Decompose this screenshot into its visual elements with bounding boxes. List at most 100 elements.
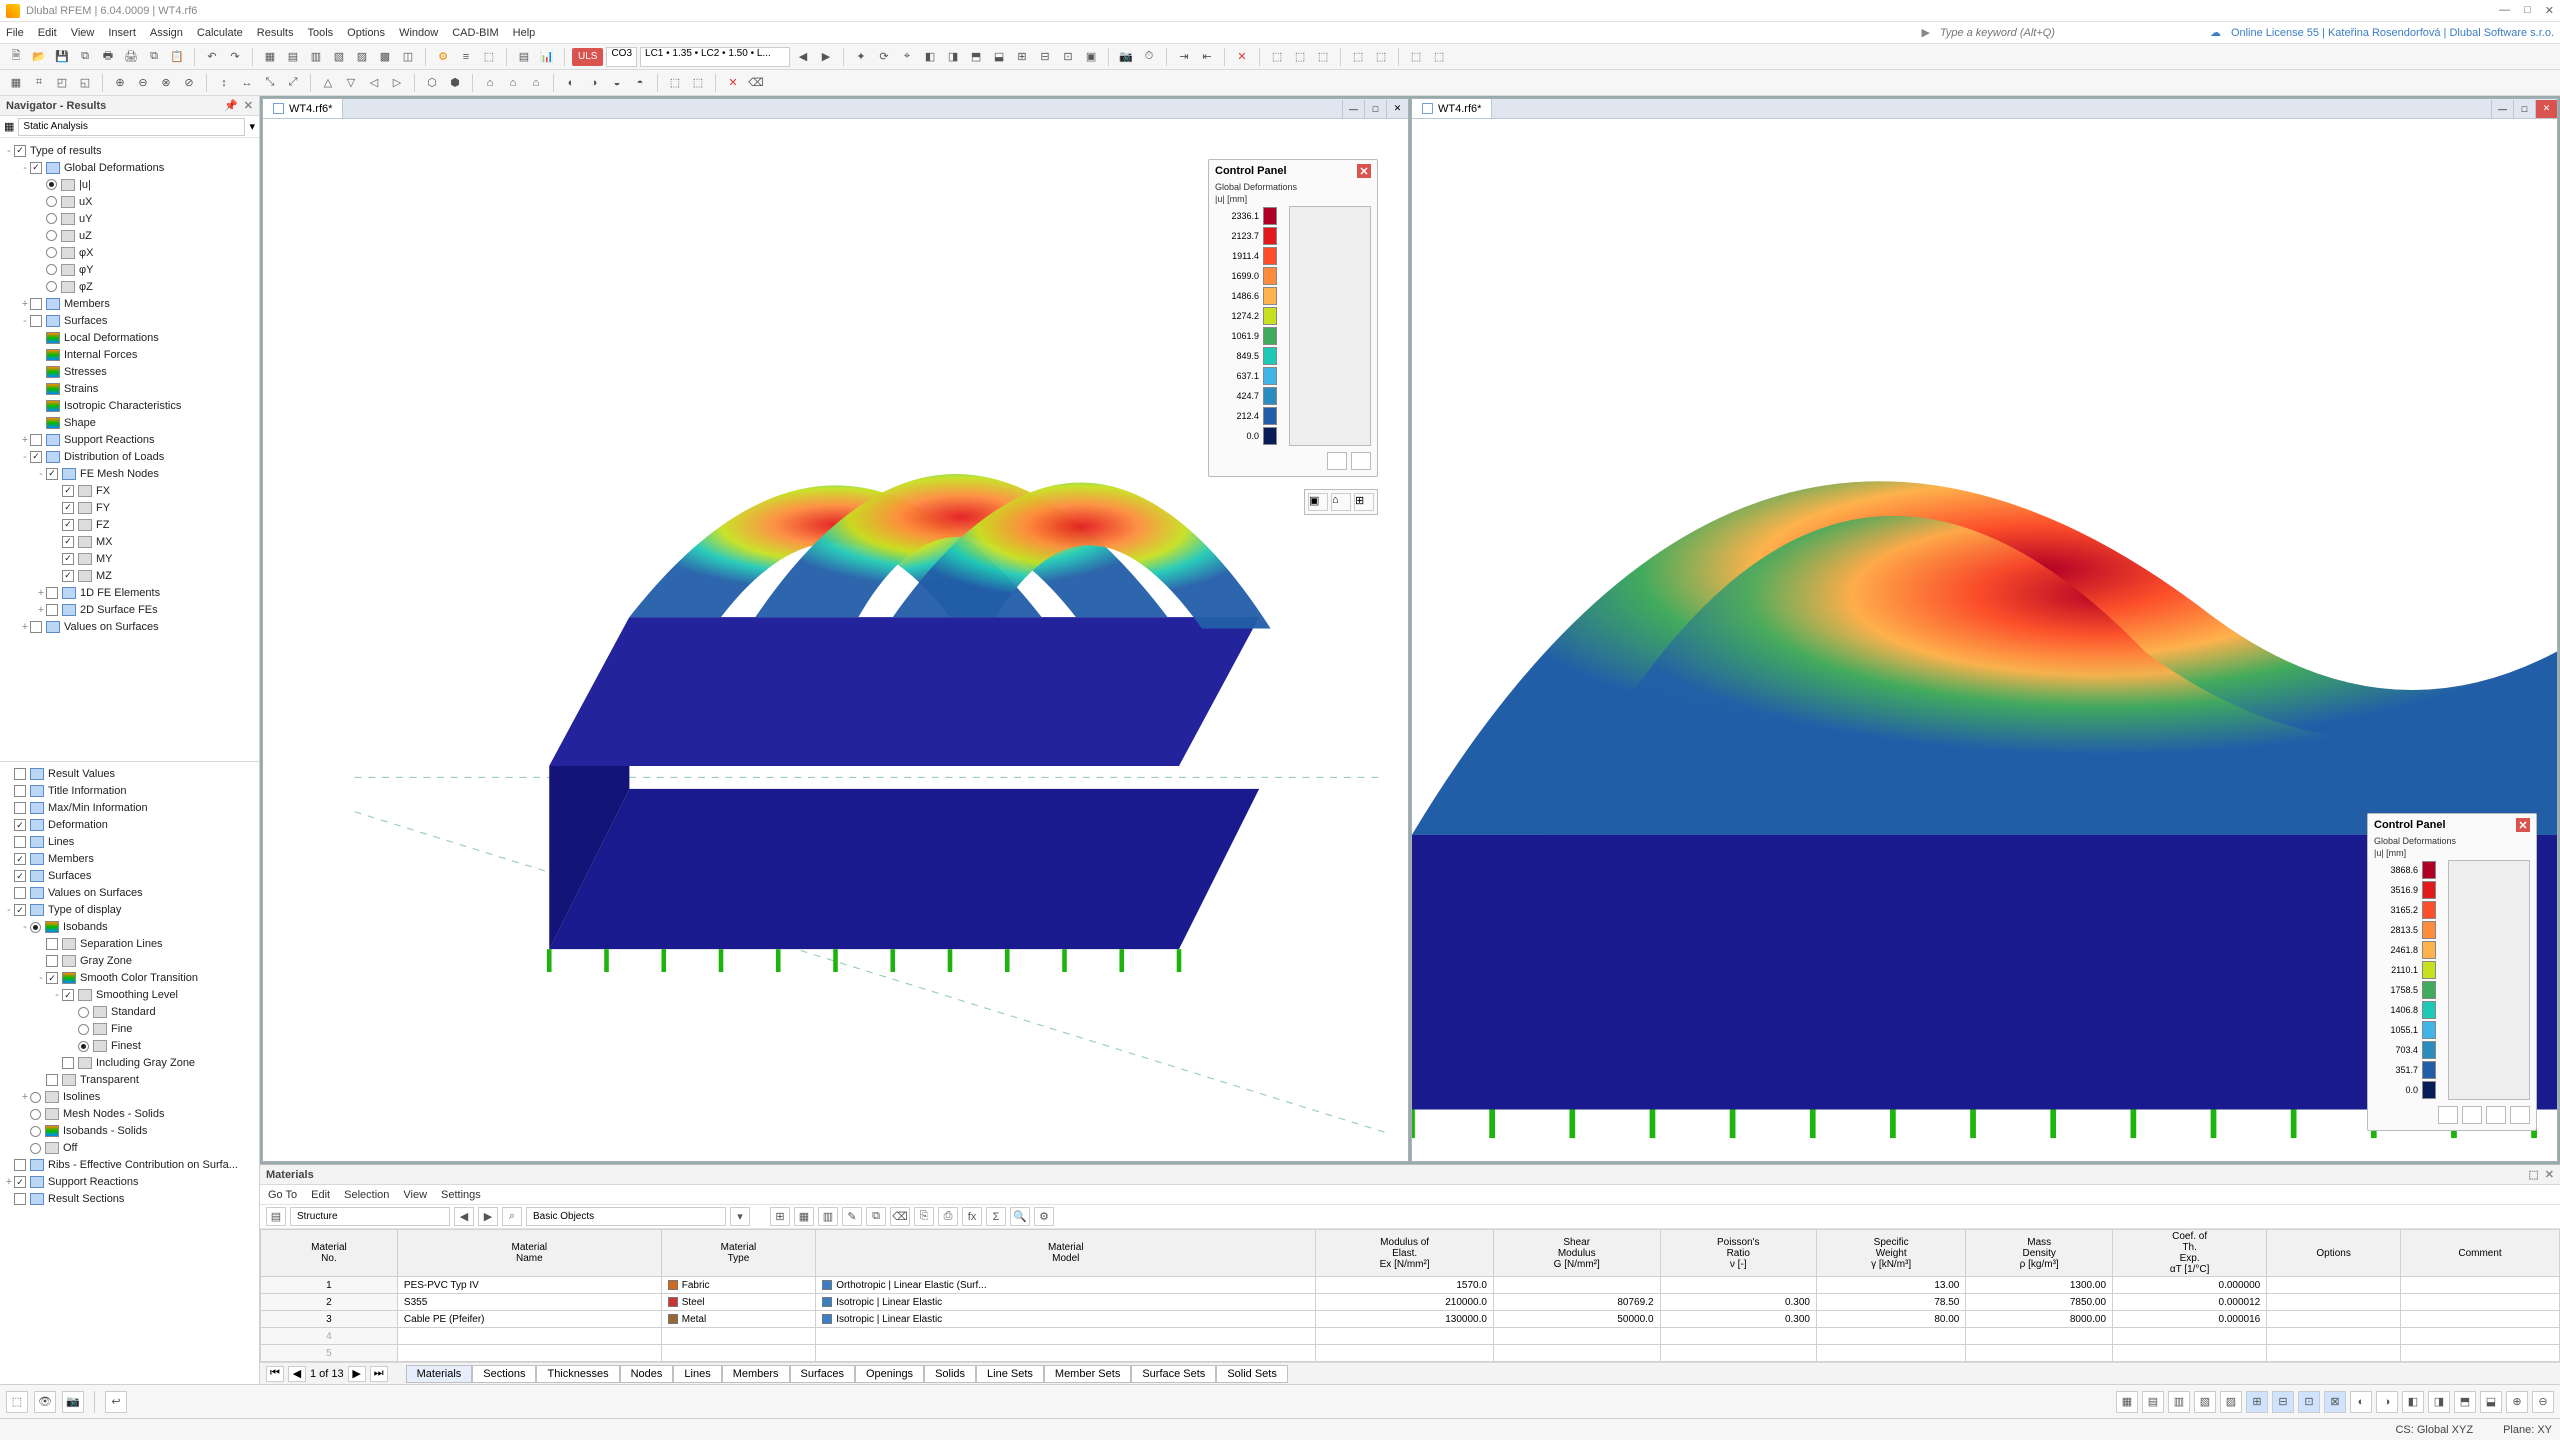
cp-foot-c-icon[interactable] — [2438, 1106, 2458, 1124]
tree-item[interactable]: Strains — [0, 380, 259, 397]
tree-item[interactable]: Gray Zone — [0, 953, 259, 970]
tree-item[interactable]: Result Sections — [0, 1191, 259, 1208]
mini-b-icon[interactable]: ⌂ — [1331, 493, 1351, 511]
save-icon[interactable]: 💾 — [52, 47, 72, 67]
bs-r9-icon[interactable]: ⊠ — [2324, 1391, 2346, 1413]
t2-s-icon[interactable]: ⌂ — [526, 73, 546, 93]
tree-item[interactable]: Local Deformations — [0, 329, 259, 346]
menu-calculate[interactable]: Calculate — [197, 27, 243, 39]
menu-cadbim[interactable]: CAD-BIM — [452, 27, 498, 39]
t2-f-icon[interactable]: ⊘ — [179, 73, 199, 93]
mat-nextpage-icon[interactable]: ▶ — [348, 1366, 366, 1382]
tree-item[interactable]: Transparent — [0, 1072, 259, 1089]
t2-l-icon[interactable]: ▽ — [341, 73, 361, 93]
tree-item[interactable]: +2D Surface FEs — [0, 601, 259, 618]
view-tab-left[interactable]: WT4.rf6* — [263, 99, 343, 118]
layout-5-icon[interactable]: ▨ — [352, 47, 372, 67]
materials-tab-members[interactable]: Members — [722, 1365, 790, 1383]
tool-l-icon[interactable]: ⇥ — [1174, 47, 1194, 67]
t2-w-icon[interactable]: ◓ — [630, 73, 650, 93]
nav-filter-icon[interactable]: ▦ — [4, 120, 14, 133]
tool-g-icon[interactable]: ⬓ — [989, 47, 1009, 67]
t2-n-icon[interactable]: ▷ — [387, 73, 407, 93]
menu-options[interactable]: Options — [347, 27, 385, 39]
materials-tab-nodes[interactable]: Nodes — [620, 1365, 674, 1383]
tool-d-icon[interactable]: ◧ — [920, 47, 940, 67]
bs-r12-icon[interactable]: ◧ — [2402, 1391, 2424, 1413]
t2-u-icon[interactable]: ◑ — [584, 73, 604, 93]
undo-icon[interactable]: ↶ — [202, 47, 222, 67]
save-all-icon[interactable]: ⧉ — [75, 47, 95, 67]
t2-d-icon[interactable]: ⊖ — [133, 73, 153, 93]
layout-1-icon[interactable]: ▦ — [260, 47, 280, 67]
axes-icon[interactable]: ⌗ — [29, 73, 49, 93]
bs-c-icon[interactable]: 📷 — [62, 1391, 84, 1413]
tree-item[interactable]: +Support Reactions — [0, 431, 259, 448]
materials-tab-surfacesets[interactable]: Surface Sets — [1131, 1365, 1216, 1383]
t2-m-icon[interactable]: ◁ — [364, 73, 384, 93]
tree-item[interactable]: +Values on Surfaces — [0, 618, 259, 635]
tree-item[interactable]: Internal Forces — [0, 346, 259, 363]
tree-item[interactable]: +1D FE Elements — [0, 584, 259, 601]
tool-s-icon[interactable]: ⬚ — [1371, 47, 1391, 67]
mat-first-icon[interactable]: ⏮ — [266, 1366, 284, 1382]
tree-item[interactable]: Finest — [0, 1038, 259, 1055]
bs-r15-icon[interactable]: ⬓ — [2480, 1391, 2502, 1413]
co-select[interactable]: CO3 — [606, 47, 637, 67]
t2-h-icon[interactable]: ↔ — [237, 73, 257, 93]
mat-tb-d-icon[interactable]: ⊞ — [770, 1207, 790, 1226]
cp-slider-left[interactable] — [1289, 206, 1371, 446]
t2-y-icon[interactable]: ⬚ — [688, 73, 708, 93]
control-panel-right[interactable]: Control Panel✕ Global Deformations |u| [… — [2367, 813, 2537, 1131]
tree-item[interactable]: Including Gray Zone — [0, 1055, 259, 1072]
table-row[interactable]: 3Cable PE (Pfeifer)MetalIsotropic | Line… — [261, 1311, 2560, 1328]
bs-r13-icon[interactable]: ◨ — [2428, 1391, 2450, 1413]
bs-r3-icon[interactable]: ▥ — [2168, 1391, 2190, 1413]
menu-edit[interactable]: Edit — [38, 27, 57, 39]
materials-tab-solids[interactable]: Solids — [924, 1365, 976, 1383]
printer-icon[interactable]: 🖨 — [121, 47, 141, 67]
tool-camera-icon[interactable]: 📷 — [1116, 47, 1136, 67]
tree-item[interactable]: +Isolines — [0, 1089, 259, 1106]
table-icon[interactable]: ▤ — [514, 47, 534, 67]
tree-item[interactable]: Max/Min Information — [0, 800, 259, 817]
t2-r-icon[interactable]: ⌂ — [503, 73, 523, 93]
layout-4-icon[interactable]: ▧ — [329, 47, 349, 67]
bs-r2-icon[interactable]: ▤ — [2142, 1391, 2164, 1413]
calc2-icon[interactable]: ≡ — [456, 47, 476, 67]
t2-x-icon[interactable]: ⬚ — [665, 73, 685, 93]
mat-next-icon[interactable]: ▶ — [478, 1207, 498, 1226]
tool-c-icon[interactable]: ⌖ — [897, 47, 917, 67]
tool-i-icon[interactable]: ⊟ — [1035, 47, 1055, 67]
materials-filter1[interactable]: Structure — [290, 1207, 450, 1226]
layout-3-icon[interactable]: ▥ — [306, 47, 326, 67]
t2-o-icon[interactable]: ⬡ — [422, 73, 442, 93]
mini-c-icon[interactable]: ⊞ — [1354, 493, 1374, 511]
bs-r10-icon[interactable]: ◐ — [2350, 1391, 2372, 1413]
calc3-icon[interactable]: ⬚ — [479, 47, 499, 67]
mat-tb-h-icon[interactable]: ⧉ — [866, 1207, 886, 1226]
tree-item[interactable]: Mesh Nodes - Solids — [0, 1106, 259, 1123]
tool-h-icon[interactable]: ⊞ — [1012, 47, 1032, 67]
menu-results[interactable]: Results — [257, 27, 294, 39]
print-icon[interactable]: 🖶 — [98, 47, 118, 67]
analysis-mode-select[interactable]: Static Analysis — [18, 118, 245, 136]
bs-d-icon[interactable]: ↩ — [105, 1391, 127, 1413]
menu-insert[interactable]: Insert — [108, 27, 136, 39]
t2-e-icon[interactable]: ⊗ — [156, 73, 176, 93]
materials-tab-lines[interactable]: Lines — [673, 1365, 721, 1383]
view-max-right[interactable]: □ — [2513, 100, 2535, 118]
prev-combo-icon[interactable]: ◀ — [793, 47, 813, 67]
bs-r14-icon[interactable]: ⬒ — [2454, 1391, 2476, 1413]
calc-icon[interactable]: ⚙ — [433, 47, 453, 67]
table-row[interactable]: 2S355SteelIsotropic | Linear Elastic2100… — [261, 1294, 2560, 1311]
tree-item[interactable]: -Smooth Color Transition — [0, 970, 259, 987]
tree-item[interactable]: -Type of display — [0, 902, 259, 919]
mat-tb-k-icon[interactable]: ⎙ — [938, 1207, 958, 1226]
t2-b-icon[interactable]: ◱ — [75, 73, 95, 93]
view-close-left[interactable]: ✕ — [1386, 100, 1408, 118]
tool-f-icon[interactable]: ⬒ — [966, 47, 986, 67]
materials-menu-view[interactable]: View — [403, 1189, 427, 1201]
tool-a-icon[interactable]: ✦ — [851, 47, 871, 67]
mat-tb-g-icon[interactable]: ✎ — [842, 1207, 862, 1226]
